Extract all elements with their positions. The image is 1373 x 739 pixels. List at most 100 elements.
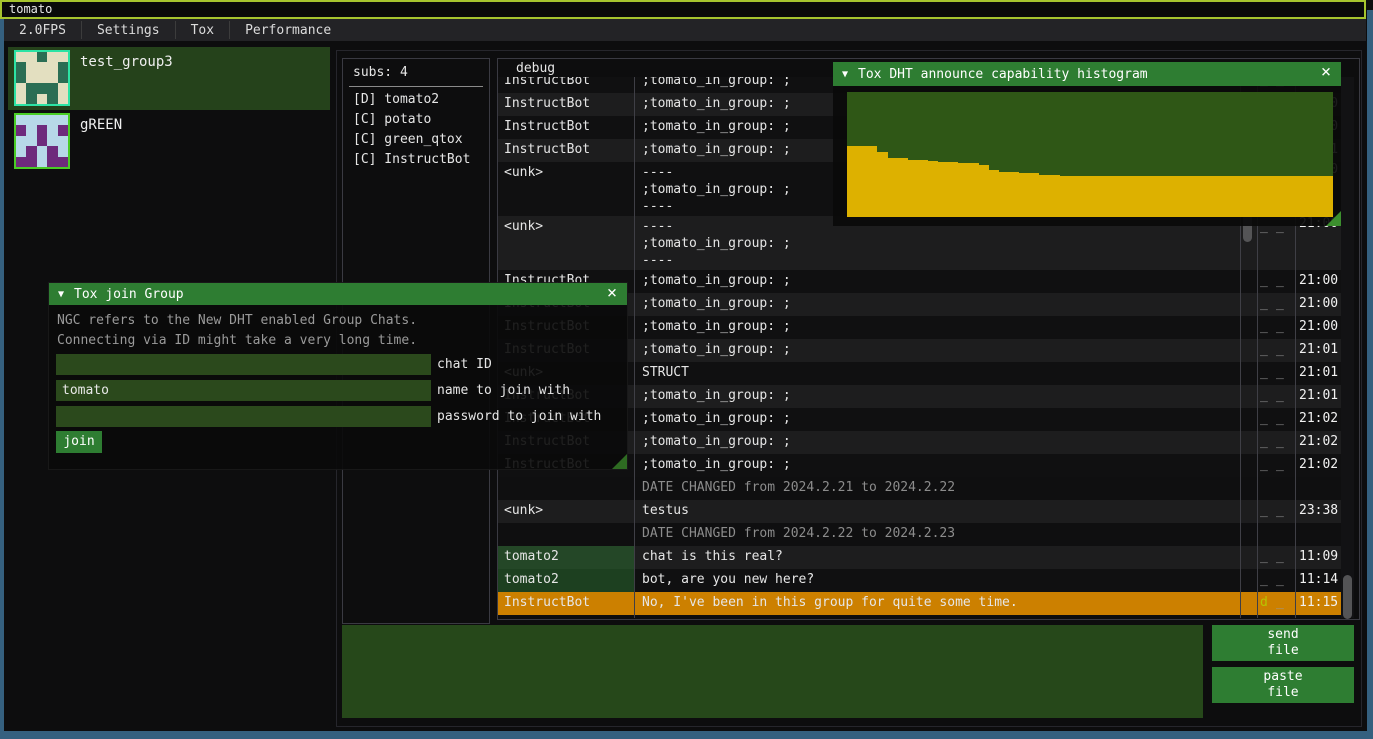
subs-member[interactable]: [C] InstructBot xyxy=(353,150,470,170)
subs-count-label: subs: 4 xyxy=(353,65,408,80)
flag-_: _ xyxy=(1260,454,1276,476)
message-text: bot, are you new here? xyxy=(634,569,1240,592)
avatar-cell xyxy=(47,73,57,83)
histogram-bar xyxy=(1222,176,1232,217)
close-icon[interactable]: × xyxy=(603,283,621,305)
message-input[interactable] xyxy=(342,625,1203,718)
chat-scrollbar[interactable] xyxy=(1341,77,1354,618)
menu-item-performance[interactable]: Performance xyxy=(230,19,346,41)
flag-_: _ xyxy=(1260,500,1276,522)
histogram-bar xyxy=(888,158,898,217)
avatar-cell xyxy=(47,136,57,146)
message-row[interactable]: tomato2bot, are you new here?__11:14 xyxy=(498,569,1359,592)
histogram-bar xyxy=(1242,176,1252,217)
chat-scrollbar-thumb[interactable] xyxy=(1343,575,1352,619)
subs-member[interactable]: [C] green_qtox xyxy=(353,130,470,150)
avatar-cell xyxy=(58,136,68,146)
message-text: ;tomato_in_group: ; xyxy=(634,316,1240,339)
flag-_: _ xyxy=(1276,385,1292,407)
avatar-cell xyxy=(47,62,57,72)
histogram-bar xyxy=(1080,176,1090,217)
avatar-cell xyxy=(16,115,26,125)
message-row[interactable]: tomato2chat is this real?__11:09 xyxy=(498,546,1359,569)
subs-member[interactable]: [D] tomato2 xyxy=(353,90,470,110)
avatar-cell xyxy=(26,62,36,72)
message-time: 21:00 xyxy=(1295,293,1343,316)
message-row[interactable]: <unk>testus__23:38 xyxy=(498,500,1359,523)
window-title: tomato xyxy=(9,2,52,16)
message-text: ;tomato_in_group: ; xyxy=(634,270,1240,293)
message-flags: __ xyxy=(1257,500,1295,523)
collapse-icon[interactable]: ▼ xyxy=(842,69,848,80)
flag-_: _ xyxy=(1260,431,1276,453)
paste-file-button[interactable]: paste file xyxy=(1212,667,1354,703)
sender-name: tomato2 xyxy=(498,546,634,569)
histogram-bar xyxy=(1009,172,1019,217)
message-text: chat is this real? xyxy=(634,546,1240,569)
flag-_: _ xyxy=(1276,431,1292,453)
join-group-window: ▼ Tox join Group × NGC refers to the New… xyxy=(48,282,628,470)
date-changed-row[interactable]: DATE CHANGED from 2024.2.22 to 2024.2.23 xyxy=(498,523,1359,546)
group-name-label: test_group3 xyxy=(80,54,173,70)
subs-member[interactable]: [C] potato xyxy=(353,110,470,130)
message-line: ;tomato_in_group: ; xyxy=(642,235,1240,252)
menu-item-20fps[interactable]: 2.0FPS xyxy=(4,19,81,41)
avatar-cell xyxy=(58,73,68,83)
message-line: No, I've been in this group for quite so… xyxy=(642,592,1240,614)
menu-item-settings[interactable]: Settings xyxy=(82,19,175,41)
flag-_: _ xyxy=(1260,385,1276,407)
send-file-button[interactable]: send file xyxy=(1212,625,1354,661)
group-list-item-gREEN[interactable]: gREEN xyxy=(8,110,330,172)
message-text: DATE CHANGED from 2024.2.21 to 2024.2.22 xyxy=(634,477,1240,500)
sender-name: tomato2 xyxy=(498,569,634,592)
message-flags: __ xyxy=(1257,339,1295,362)
message-time: 21:02 xyxy=(1295,431,1343,454)
close-icon[interactable]: × xyxy=(1317,62,1335,84)
collapse-icon[interactable]: ▼ xyxy=(58,289,64,300)
subs-member-list: [D] tomato2[C] potato[C] green_qtox[C] I… xyxy=(353,90,470,170)
group-list-item-test_group3[interactable]: test_group3 xyxy=(8,47,330,110)
resize-grip[interactable] xyxy=(612,454,627,469)
avatar-cell xyxy=(58,52,68,62)
message-line: testus xyxy=(642,500,1240,522)
histogram-bar xyxy=(1232,176,1242,217)
message-line: ;tomato_in_group: ; xyxy=(642,431,1240,453)
message-text: No, I've been in this group for quite so… xyxy=(634,592,1240,615)
histogram-bar xyxy=(1252,176,1262,217)
group-name-label: gREEN xyxy=(80,117,122,133)
avatar-cell xyxy=(37,52,47,62)
column-separator[interactable] xyxy=(634,77,635,618)
scroll-gap xyxy=(1240,500,1257,523)
avatar-cell xyxy=(16,94,26,104)
message-flags xyxy=(1257,477,1295,500)
avatar-cell xyxy=(16,83,26,93)
avatar-cell xyxy=(37,62,47,72)
message-line: ;tomato_in_group: ; xyxy=(642,408,1240,430)
chat-id-field[interactable] xyxy=(56,354,431,375)
avatar-cell xyxy=(26,136,36,146)
scroll-gap xyxy=(1240,454,1257,477)
resize-grip[interactable] xyxy=(1326,211,1341,226)
window-title-bar[interactable]: tomato xyxy=(0,0,1366,19)
message-line: ;tomato_in_group: ; xyxy=(642,270,1240,292)
histogram-bar xyxy=(1293,176,1303,217)
histogram-bar xyxy=(1201,176,1211,217)
menu-item-tox[interactable]: Tox xyxy=(176,19,229,41)
avatar-cell xyxy=(16,52,26,62)
histogram-bar xyxy=(999,172,1009,217)
avatar-cell xyxy=(16,62,26,72)
avatar-cell xyxy=(58,146,68,156)
date-changed-row[interactable]: DATE CHANGED from 2024.2.21 to 2024.2.22 xyxy=(498,477,1359,500)
message-line: ;tomato_in_group: ; xyxy=(642,454,1240,476)
message-flags: __ xyxy=(1257,385,1295,408)
join-button[interactable]: join xyxy=(56,431,102,453)
histogram-title-bar[interactable]: ▼ Tox DHT announce capability histogram … xyxy=(833,62,1341,86)
chat-log-title: debug xyxy=(516,61,555,76)
message-time: 11:14 xyxy=(1295,569,1343,592)
histogram-bar xyxy=(847,146,857,217)
join-group-title-bar[interactable]: ▼ Tox join Group × xyxy=(49,283,627,305)
message-row[interactable]: InstructBotNo, I've been in this group f… xyxy=(498,592,1359,615)
message-flags: __ xyxy=(1257,431,1295,454)
join-password-field[interactable] xyxy=(56,406,431,427)
join-name-field[interactable] xyxy=(56,380,431,401)
